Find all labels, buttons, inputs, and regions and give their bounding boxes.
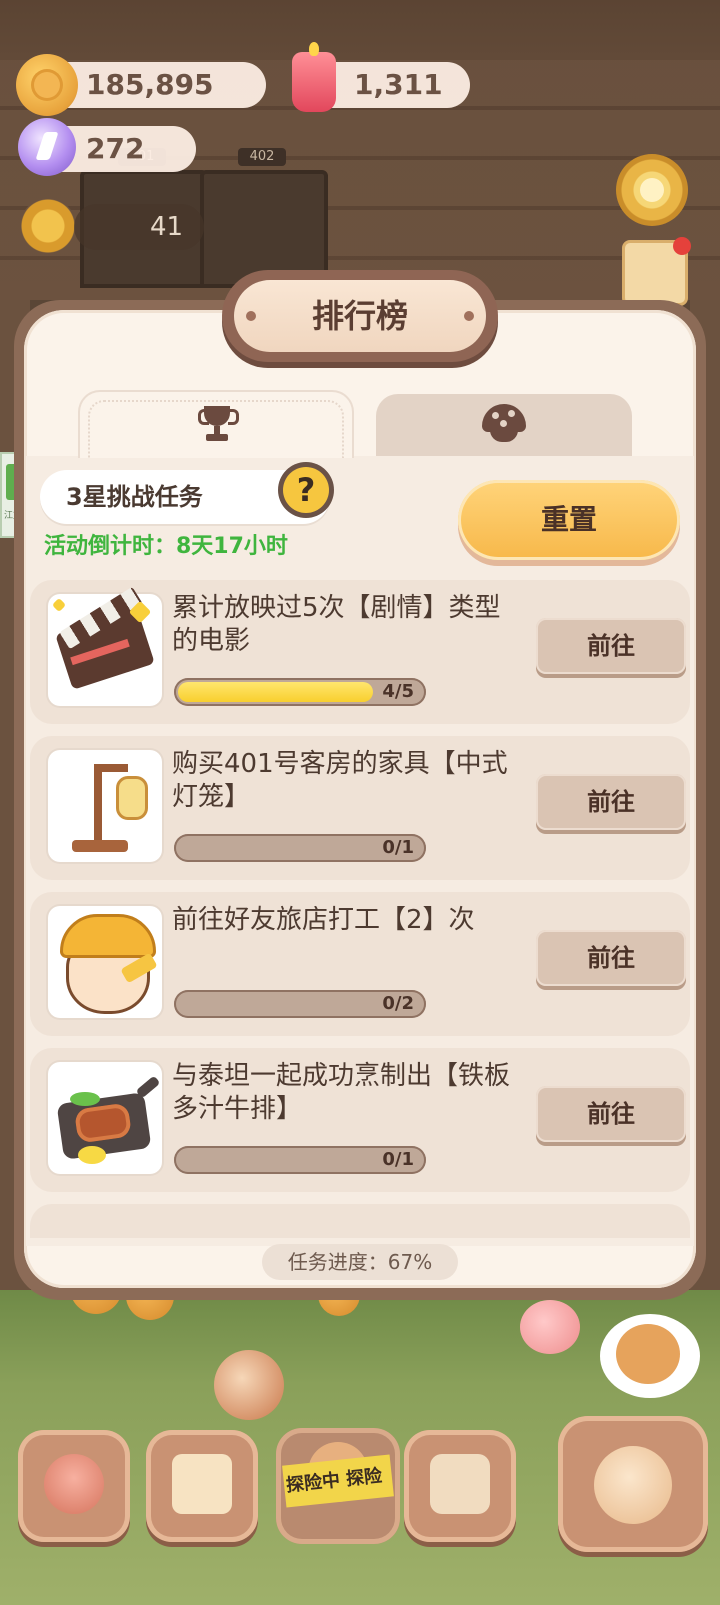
nav-shop-button[interactable] (404, 1430, 516, 1542)
go-button-label: 前往 (587, 944, 635, 972)
task-card-partial (30, 1204, 690, 1238)
tab-trophy[interactable] (78, 390, 354, 458)
progress-text: 0/1 (382, 1149, 414, 1170)
task-progress-bar: 4/5 (174, 678, 426, 706)
candle-counter[interactable]: 1,311 (292, 42, 470, 112)
task-card: 前往好友旅店打工【2】次 0/2 前往 (30, 892, 690, 1036)
door-number-label: 402 (238, 148, 286, 166)
mission-title: 3星挑战任务 (66, 483, 203, 511)
cat-avatar-icon (616, 1324, 680, 1384)
energy-counter[interactable]: 41 (74, 204, 204, 250)
task-description: 累计放映过5次【剧情】类型的电影 (172, 593, 501, 656)
chat-bubble-button[interactable] (600, 1314, 700, 1398)
task-card: 累计放映过5次【剧情】类型的电影 4/5 前往 (30, 580, 690, 724)
reset-button[interactable]: 重置 (458, 480, 680, 560)
dialog-title: 排行榜 (311, 297, 408, 335)
task-card: 与泰坦一起成功烹制出【铁板多汁牛排】 0/1 前往 (30, 1048, 690, 1192)
question-mark-icon: ? (283, 467, 329, 513)
task-card: 购买401号客房的家具【中式灯笼】 0/1 前往 (30, 736, 690, 880)
go-button[interactable]: 前往 (536, 930, 686, 986)
go-button[interactable]: 前往 (536, 774, 686, 830)
help-button[interactable]: ? (278, 462, 334, 518)
task-progress-bar: 0/2 (174, 990, 426, 1018)
candle-value: 1,311 (354, 68, 443, 101)
candle-icon (292, 42, 336, 112)
progress-text: 0/2 (382, 993, 414, 1014)
bun-icon (482, 404, 526, 444)
nav-kitchen-button[interactable] (558, 1416, 708, 1552)
guest-character[interactable] (520, 1300, 580, 1354)
notebook-icon (172, 1454, 232, 1514)
progress-text: 4/5 (382, 681, 414, 702)
gem-value: 272 (86, 132, 145, 165)
go-button[interactable]: 前往 (536, 1086, 686, 1142)
go-button[interactable]: 前往 (536, 618, 686, 674)
event-sticker-button[interactable] (622, 237, 691, 306)
steak-icon (48, 1062, 162, 1174)
mushroom-house-icon (44, 1454, 104, 1514)
coin-value: 185,895 (86, 68, 214, 101)
progress-fill (178, 682, 374, 702)
task-description: 前往好友旅店打工【2】次 (172, 905, 475, 935)
notification-dot-icon (673, 237, 691, 255)
task-description: 购买401号客房的家具【中式灯笼】 (172, 749, 508, 812)
worker-girl-icon (48, 906, 162, 1018)
coin-counter[interactable]: 185,895 (16, 54, 266, 116)
tab-bun[interactable] (376, 394, 632, 456)
clapperboard-icon (48, 586, 162, 706)
lantern-icon (48, 750, 162, 862)
trophy-icon (198, 406, 239, 442)
go-button-label: 前往 (587, 788, 635, 816)
fish-cat-icon (594, 1446, 672, 1524)
energy-value: 41 (150, 212, 184, 242)
cookie-coin-icon (16, 54, 78, 116)
task-description: 与泰坦一起成功烹制出【铁板多汁牛排】 (172, 1061, 511, 1124)
sun-icon (20, 198, 76, 254)
task-progress-summary: 任务进度：67% (262, 1244, 458, 1280)
task-progress-bar: 0/1 (174, 1146, 426, 1174)
player-character[interactable] (214, 1350, 284, 1420)
progress-text: 0/1 (382, 837, 414, 858)
shop-stall-icon (430, 1454, 490, 1514)
dialog-title-plate: 排行榜 (222, 270, 498, 362)
nav-diary-button[interactable] (146, 1430, 258, 1542)
task-progress-bar: 0/1 (174, 834, 426, 862)
event-countdown: 活动倒计时：8天17小时 (44, 534, 288, 559)
reset-button-label: 重置 (540, 503, 597, 536)
gem-icon (18, 118, 76, 176)
title-plate-inner: 排行榜 (234, 280, 486, 352)
go-button-label: 前往 (587, 632, 635, 660)
nav-home-button[interactable] (18, 1430, 130, 1542)
gem-counter[interactable]: 272 (18, 118, 196, 176)
settings-gear-button[interactable] (616, 154, 688, 226)
go-button-label: 前往 (587, 1100, 635, 1128)
